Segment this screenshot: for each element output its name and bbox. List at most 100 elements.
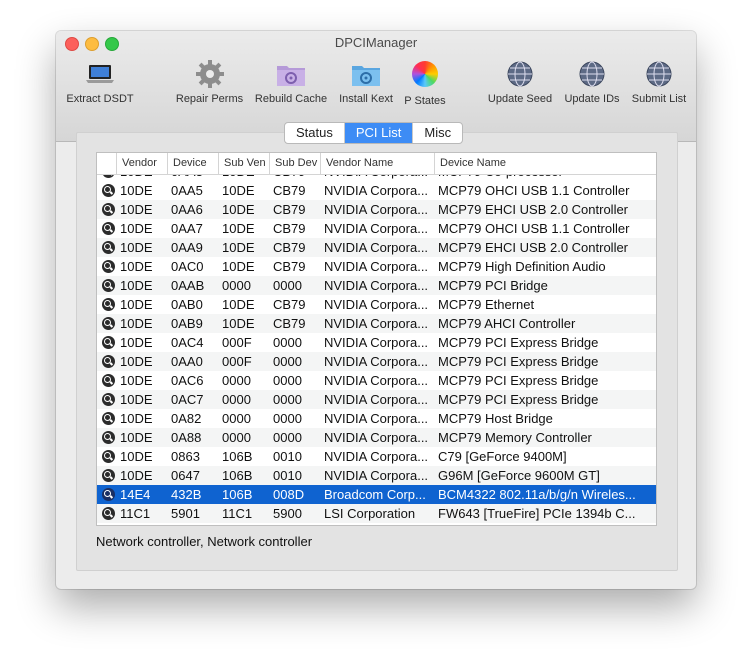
table-row[interactable]: 10DE 0AA0 000F 0000 NVIDIA Corpora... MCP79 P…: [97, 352, 656, 371]
table-row[interactable]: 10DE 0AAB 0000 0000 NVIDIA Corpora... MCP79 P…: [97, 276, 656, 295]
magnifier-icon[interactable]: [102, 431, 115, 444]
toolbar-label: Submit List: [631, 93, 687, 105]
cell-vendor: 10DE: [120, 240, 153, 255]
cell-sub-dev: CB79: [273, 202, 306, 217]
magnifier-icon[interactable]: [102, 412, 115, 425]
folder-gear-icon: [276, 59, 306, 89]
tab-pci-list[interactable]: PCI List: [343, 123, 413, 143]
magnifier-icon[interactable]: [102, 374, 115, 387]
cell-sub-ven: 10DE: [222, 202, 255, 217]
cell-sub-dev: CB79: [273, 183, 306, 198]
table-row[interactable]: 10DE 0AB0 10DE CB79 NVIDIA Corpora... MCP79 E…: [97, 295, 656, 314]
magnifier-icon[interactable]: [102, 450, 115, 463]
pci-device-table[interactable]: Vendor Device Sub Ven Sub Dev Vendor Nam…: [96, 152, 657, 526]
table-row[interactable]: 10DE 0647 106B 0010 NVIDIA Corpora... G96M [G…: [97, 466, 656, 485]
magnifier-icon[interactable]: [102, 393, 115, 406]
magnifier-icon[interactable]: [102, 279, 115, 292]
cell-device-name: MCP79 OHCI USB 1.1 Controller: [438, 183, 630, 198]
column-header-device[interactable]: Device: [167, 153, 218, 174]
cell-device: 0863: [171, 449, 200, 464]
magnifier-icon[interactable]: [102, 184, 115, 197]
table-row[interactable]: 10DE 0AC0 10DE CB79 NVIDIA Corpora... MCP79 H…: [97, 257, 656, 276]
cell-sub-dev: CB79: [273, 259, 306, 274]
magnifier-icon[interactable]: [102, 260, 115, 273]
p-states-button[interactable]: P States: [398, 59, 452, 107]
cell-device-name: MCP79 AHCI Controller: [438, 316, 576, 331]
column-header-vendor-name[interactable]: Vendor Name: [320, 153, 434, 174]
cell-device: 0AB0: [171, 297, 203, 312]
repair-perms-button[interactable]: Repair Perms: [173, 59, 246, 105]
submit-list-button[interactable]: Submit List: [625, 59, 693, 105]
magnifier-icon[interactable]: [102, 203, 115, 216]
cell-device: 0AC7: [171, 392, 204, 407]
column-header-sub-ven[interactable]: Sub Ven: [218, 153, 269, 174]
install-kext-button[interactable]: Install Kext: [335, 59, 397, 105]
globe-icon: [644, 59, 674, 89]
cell-device: 0A82: [171, 411, 202, 426]
update-seed-button[interactable]: Update Seed: [483, 59, 557, 105]
cell-sub-dev: 0000: [273, 392, 302, 407]
cell-vendor-name: NVIDIA Corpora...: [324, 316, 429, 331]
magnifier-icon[interactable]: [102, 298, 115, 311]
cell-sub-dev: 0000: [273, 335, 302, 350]
cell-vendor-name: NVIDIA Corpora...: [324, 183, 429, 198]
magnifier-icon[interactable]: [102, 241, 115, 254]
cell-device-name: MCP79 EHCI USB 2.0 Controller: [438, 202, 629, 217]
cell-device-name: FW643 [TrueFire] PCIe 1394b C...: [438, 506, 636, 521]
rebuild-cache-button[interactable]: Rebuild Cache: [251, 59, 331, 105]
icon-column-header[interactable]: [97, 153, 116, 174]
table-row[interactable]: 10DE 0A82 0000 0000 NVIDIA Corpora... MCP79 H…: [97, 409, 656, 428]
cell-sub-ven: 11C1: [222, 506, 253, 521]
update-ids-button[interactable]: Update IDs: [560, 59, 624, 105]
cell-device: 0647: [171, 468, 200, 483]
cell-sub-ven: 0000: [222, 392, 251, 407]
table-row[interactable]: 10DE 0AA5 10DE CB79 NVIDIA Corpora... MCP79 O…: [97, 181, 656, 200]
magnifier-icon[interactable]: [102, 355, 115, 368]
cell-sub-ven: 10DE: [222, 221, 255, 236]
cell-device-name: MCP79 PCI Express Bridge: [438, 373, 599, 388]
table-row[interactable]: 10DE 0AC6 0000 0000 NVIDIA Corpora... MCP79 P…: [97, 371, 656, 390]
table-row[interactable]: 10DE 0AA7 10DE CB79 NVIDIA Corpora... MCP79 O…: [97, 219, 656, 238]
table-row[interactable]: 10DE 0AC7 0000 0000 NVIDIA Corpora... MCP79 P…: [97, 390, 656, 409]
magnifier-icon[interactable]: [102, 469, 115, 482]
magnifier-icon[interactable]: [102, 317, 115, 330]
column-header-sub-dev[interactable]: Sub Dev: [269, 153, 320, 174]
magnifier-icon[interactable]: [102, 507, 115, 520]
toolbar-label: P States: [404, 95, 446, 107]
table-row[interactable]: 11C1 5901 11C1 5900 LSI Corporation FW643 [Tr…: [97, 504, 656, 523]
cell-sub-ven: 000F: [222, 354, 252, 369]
magnifier-icon[interactable]: [102, 222, 115, 235]
cell-vendor-name: Broadcom Corp...: [324, 487, 426, 502]
magnifier-icon[interactable]: [102, 488, 115, 501]
column-header-device-name[interactable]: Device Name: [434, 153, 656, 174]
table-row[interactable]: 10DE 0AB9 10DE CB79 NVIDIA Corpora... MCP79 A…: [97, 314, 656, 333]
magnifier-icon[interactable]: [102, 336, 115, 349]
table-row[interactable]: 10DE 0AA9 10DE CB79 NVIDIA Corpora... MCP79 E…: [97, 238, 656, 257]
table-row[interactable]: 14E4 432B 106B 008D Broadcom Corp... BCM4322 …: [97, 485, 656, 504]
tab-misc[interactable]: Misc: [412, 123, 462, 143]
cell-vendor: 10DE: [120, 316, 153, 331]
cell-vendor-name: NVIDIA Corpora...: [324, 411, 429, 426]
table-row[interactable]: 10DE 0A88 0000 0000 NVIDIA Corpora... MCP79 M…: [97, 428, 656, 447]
tab-segmented-control: Status PCI List Misc: [284, 122, 464, 144]
cell-device-name: C79 [GeForce 9400M]: [438, 449, 567, 464]
tab-status[interactable]: Status: [285, 123, 344, 143]
cell-vendor-name: NVIDIA Corpora...: [324, 240, 429, 255]
table-row[interactable]: 10DE 0863 106B 0010 NVIDIA Corpora... C79 [Ge…: [97, 447, 656, 466]
toolbar-label: Update IDs: [564, 93, 620, 105]
cell-sub-ven: 0000: [222, 278, 251, 293]
cell-sub-dev: 0000: [273, 430, 302, 445]
table-row[interactable]: 10DE 0AC4 000F 0000 NVIDIA Corpora... MCP79 P…: [97, 333, 656, 352]
cell-vendor: 10DE: [120, 354, 153, 369]
toolbar-label: Extract DSDT: [66, 93, 134, 105]
column-header-vendor[interactable]: Vendor: [116, 153, 167, 174]
cell-vendor: 10DE: [120, 468, 153, 483]
cell-vendor: 10DE: [120, 183, 153, 198]
cell-sub-ven: 106B: [222, 487, 253, 502]
cell-vendor: 10DE: [120, 221, 153, 236]
cell-vendor: 10DE: [120, 373, 153, 388]
cell-vendor-name: NVIDIA Corpora...: [324, 354, 429, 369]
extract-dsdt-button[interactable]: Extract DSDT: [61, 59, 139, 105]
cell-vendor-name: NVIDIA Corpora...: [324, 202, 429, 217]
table-row[interactable]: 10DE 0AA6 10DE CB79 NVIDIA Corpora... MCP79 E…: [97, 200, 656, 219]
